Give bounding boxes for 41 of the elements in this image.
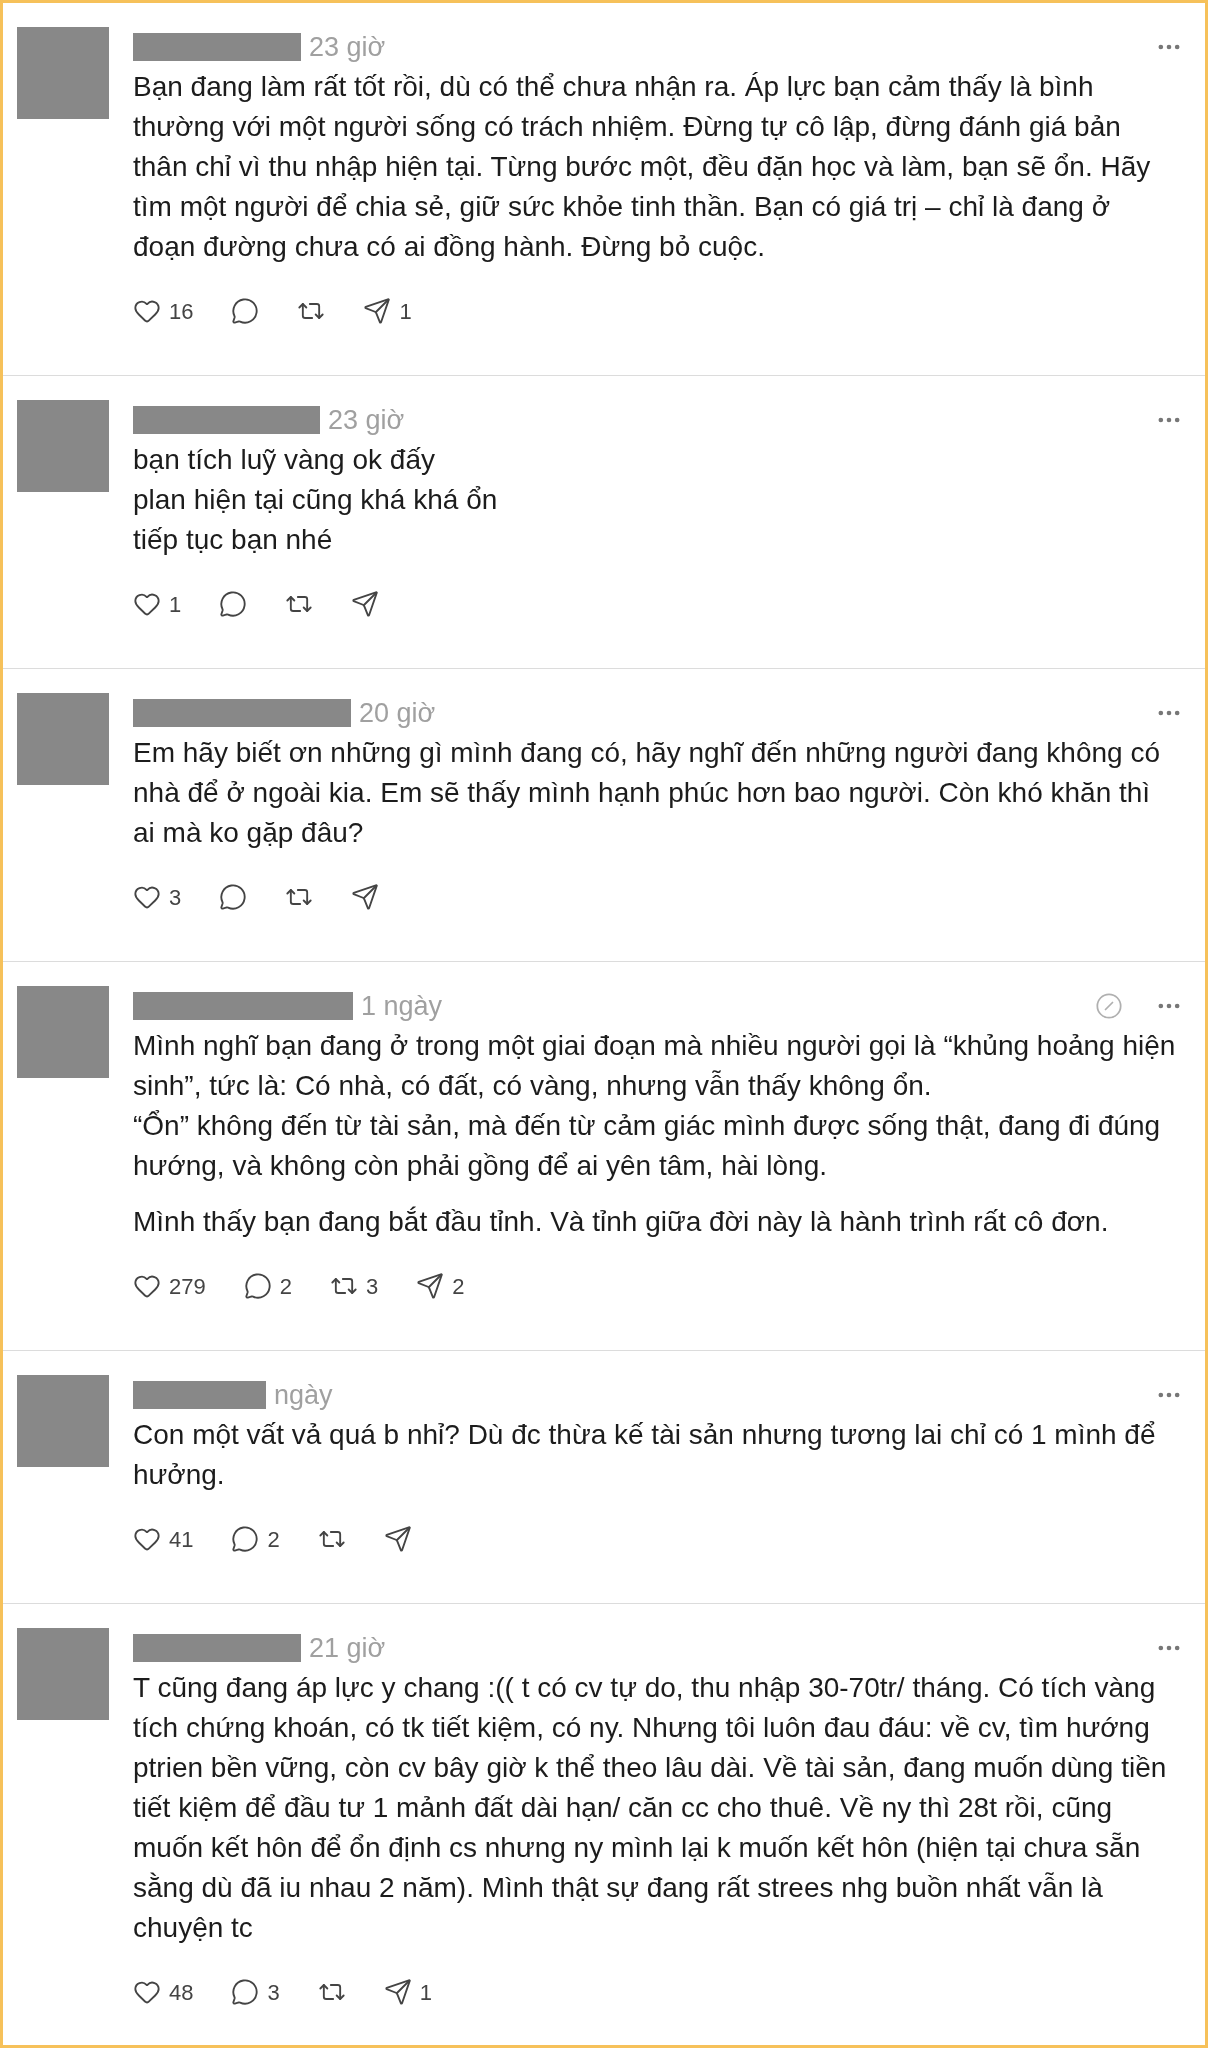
share-icon[interactable] — [383, 1978, 412, 2006]
share-icon[interactable] — [363, 297, 392, 325]
timestamp: 1 ngày — [361, 989, 443, 1023]
count-label: 2 — [279, 1272, 292, 1301]
comment-text: Mình thấy bạn đang bắt đầu tỉnh. Và tỉnh giữa đời này là hành trình rất cô đơn. — [133, 1205, 1110, 1239]
timestamp: ngày — [274, 1378, 333, 1412]
comment-icon[interactable] — [231, 1525, 260, 1553]
comment-text: bạn tích luỹ vàng ok đấy — [133, 443, 436, 477]
comment-icon[interactable] — [219, 883, 248, 911]
count-label: 3 — [267, 1978, 280, 2007]
share-icon[interactable] — [351, 883, 380, 911]
count-label: 279 — [169, 1272, 206, 1301]
share-icon[interactable] — [383, 1525, 412, 1553]
count-label: 41 — [169, 1525, 194, 1554]
comment-icon[interactable] — [231, 1978, 260, 2006]
timestamp: 23 giờ — [328, 403, 405, 437]
comment-text: tiếp tục bạn nhé — [133, 523, 334, 557]
count-label: 2 — [452, 1272, 465, 1301]
comment-text: Mình nghĩ bạn đang ở trong một giai đoạn mà nhiều người gọi là “khủng hoảng hiện sinh”, tức là: Có nhà, có đất, có vàng, nhưng vẫn thấy không ổn. — [133, 1029, 1177, 1103]
count-label: 1 — [419, 1978, 432, 2007]
comment-text: plan hiện tại cũng khá khá ổn — [133, 483, 499, 517]
comment-text: T cũng đang áp lực y chang :(( t có cv tự do, thu nhập 30-70tr/ tháng. Có tích vàng tích chứng khoán, có tk tiết kiệm, có ny. Nhưng tôi luôn đau đáu: về cv, tìm hướng ptrien bền vững, còn cv bây giờ k thể theo lâu dài. Về tài sản, đang muốn dùng tiền tiết kiệm để đầu tư 1 mảnh đất dài hạn/ căn cc cho thuê. Về ny thì 28t rồi, cũng muốn kết hôn để ổn định cs nhưng ny mình lại k muốn kết hôn (hiện tại chưa sẵn sằng dù đã iu nhau 2 năm). Mình thật sự đang rất strees nhg buồn nhất vẫn là chuyện tc — [133, 1671, 1168, 1945]
timestamp: 23 giờ — [309, 30, 386, 64]
comment-icon[interactable] — [219, 590, 248, 618]
share-icon[interactable] — [351, 590, 380, 618]
share-icon[interactable] — [416, 1272, 445, 1300]
comment-text: Bạn đang làm rất tốt rồi, dù có thể chưa nhận ra. Áp lực bạn cảm thấy là bình thường với một người sống có trách nhiệm. Đừng tự cô lập, đừng đánh giá bản thân chỉ vì thu nhập hiện tại. Từng bước một, đều đặn học và làm, bạn sẽ ổn. Hãy tìm một người để chia sẻ, giữ sức khỏe tinh thần. Bạn có giá trị – chỉ là đang ở đoạn đường chưa có ai đồng hành. Đừng bỏ cuộc. — [133, 70, 1152, 264]
comment-icon[interactable] — [243, 1272, 272, 1300]
comment-icon[interactable] — [231, 297, 260, 325]
count-label: 1 — [169, 590, 182, 619]
count-label: 1 — [399, 297, 412, 326]
timestamp: 21 giờ — [309, 1631, 386, 1665]
comment-text: Con một vất vả quá b nhỉ? Dù đc thừa kế tài sản nhưng tương lai chỉ có 1 mình để hưởng. — [133, 1418, 1157, 1492]
comment-text: Em hãy biết ơn những gì mình đang có, hãy nghĩ đến những người đang không có nhà để ở ngoài kia. Em sẽ thấy mình hạnh phúc hơn bao người. Còn khó khăn thì ai mà ko gặp đâu? — [133, 736, 1161, 850]
count-label: 3 — [169, 883, 182, 912]
timestamp: 20 giờ — [359, 696, 436, 730]
count-label: 16 — [169, 297, 194, 326]
count-label: 48 — [169, 1978, 194, 2007]
comment-text: “Ổn” không đến từ tài sản, mà đến từ cảm giác mình được sống thật, đang đi đúng hướng, và không còn phải gồng để ai yên tâm, hài lòng. — [133, 1109, 1162, 1183]
count-label: 2 — [267, 1525, 280, 1554]
count-label: 3 — [365, 1272, 379, 1301]
